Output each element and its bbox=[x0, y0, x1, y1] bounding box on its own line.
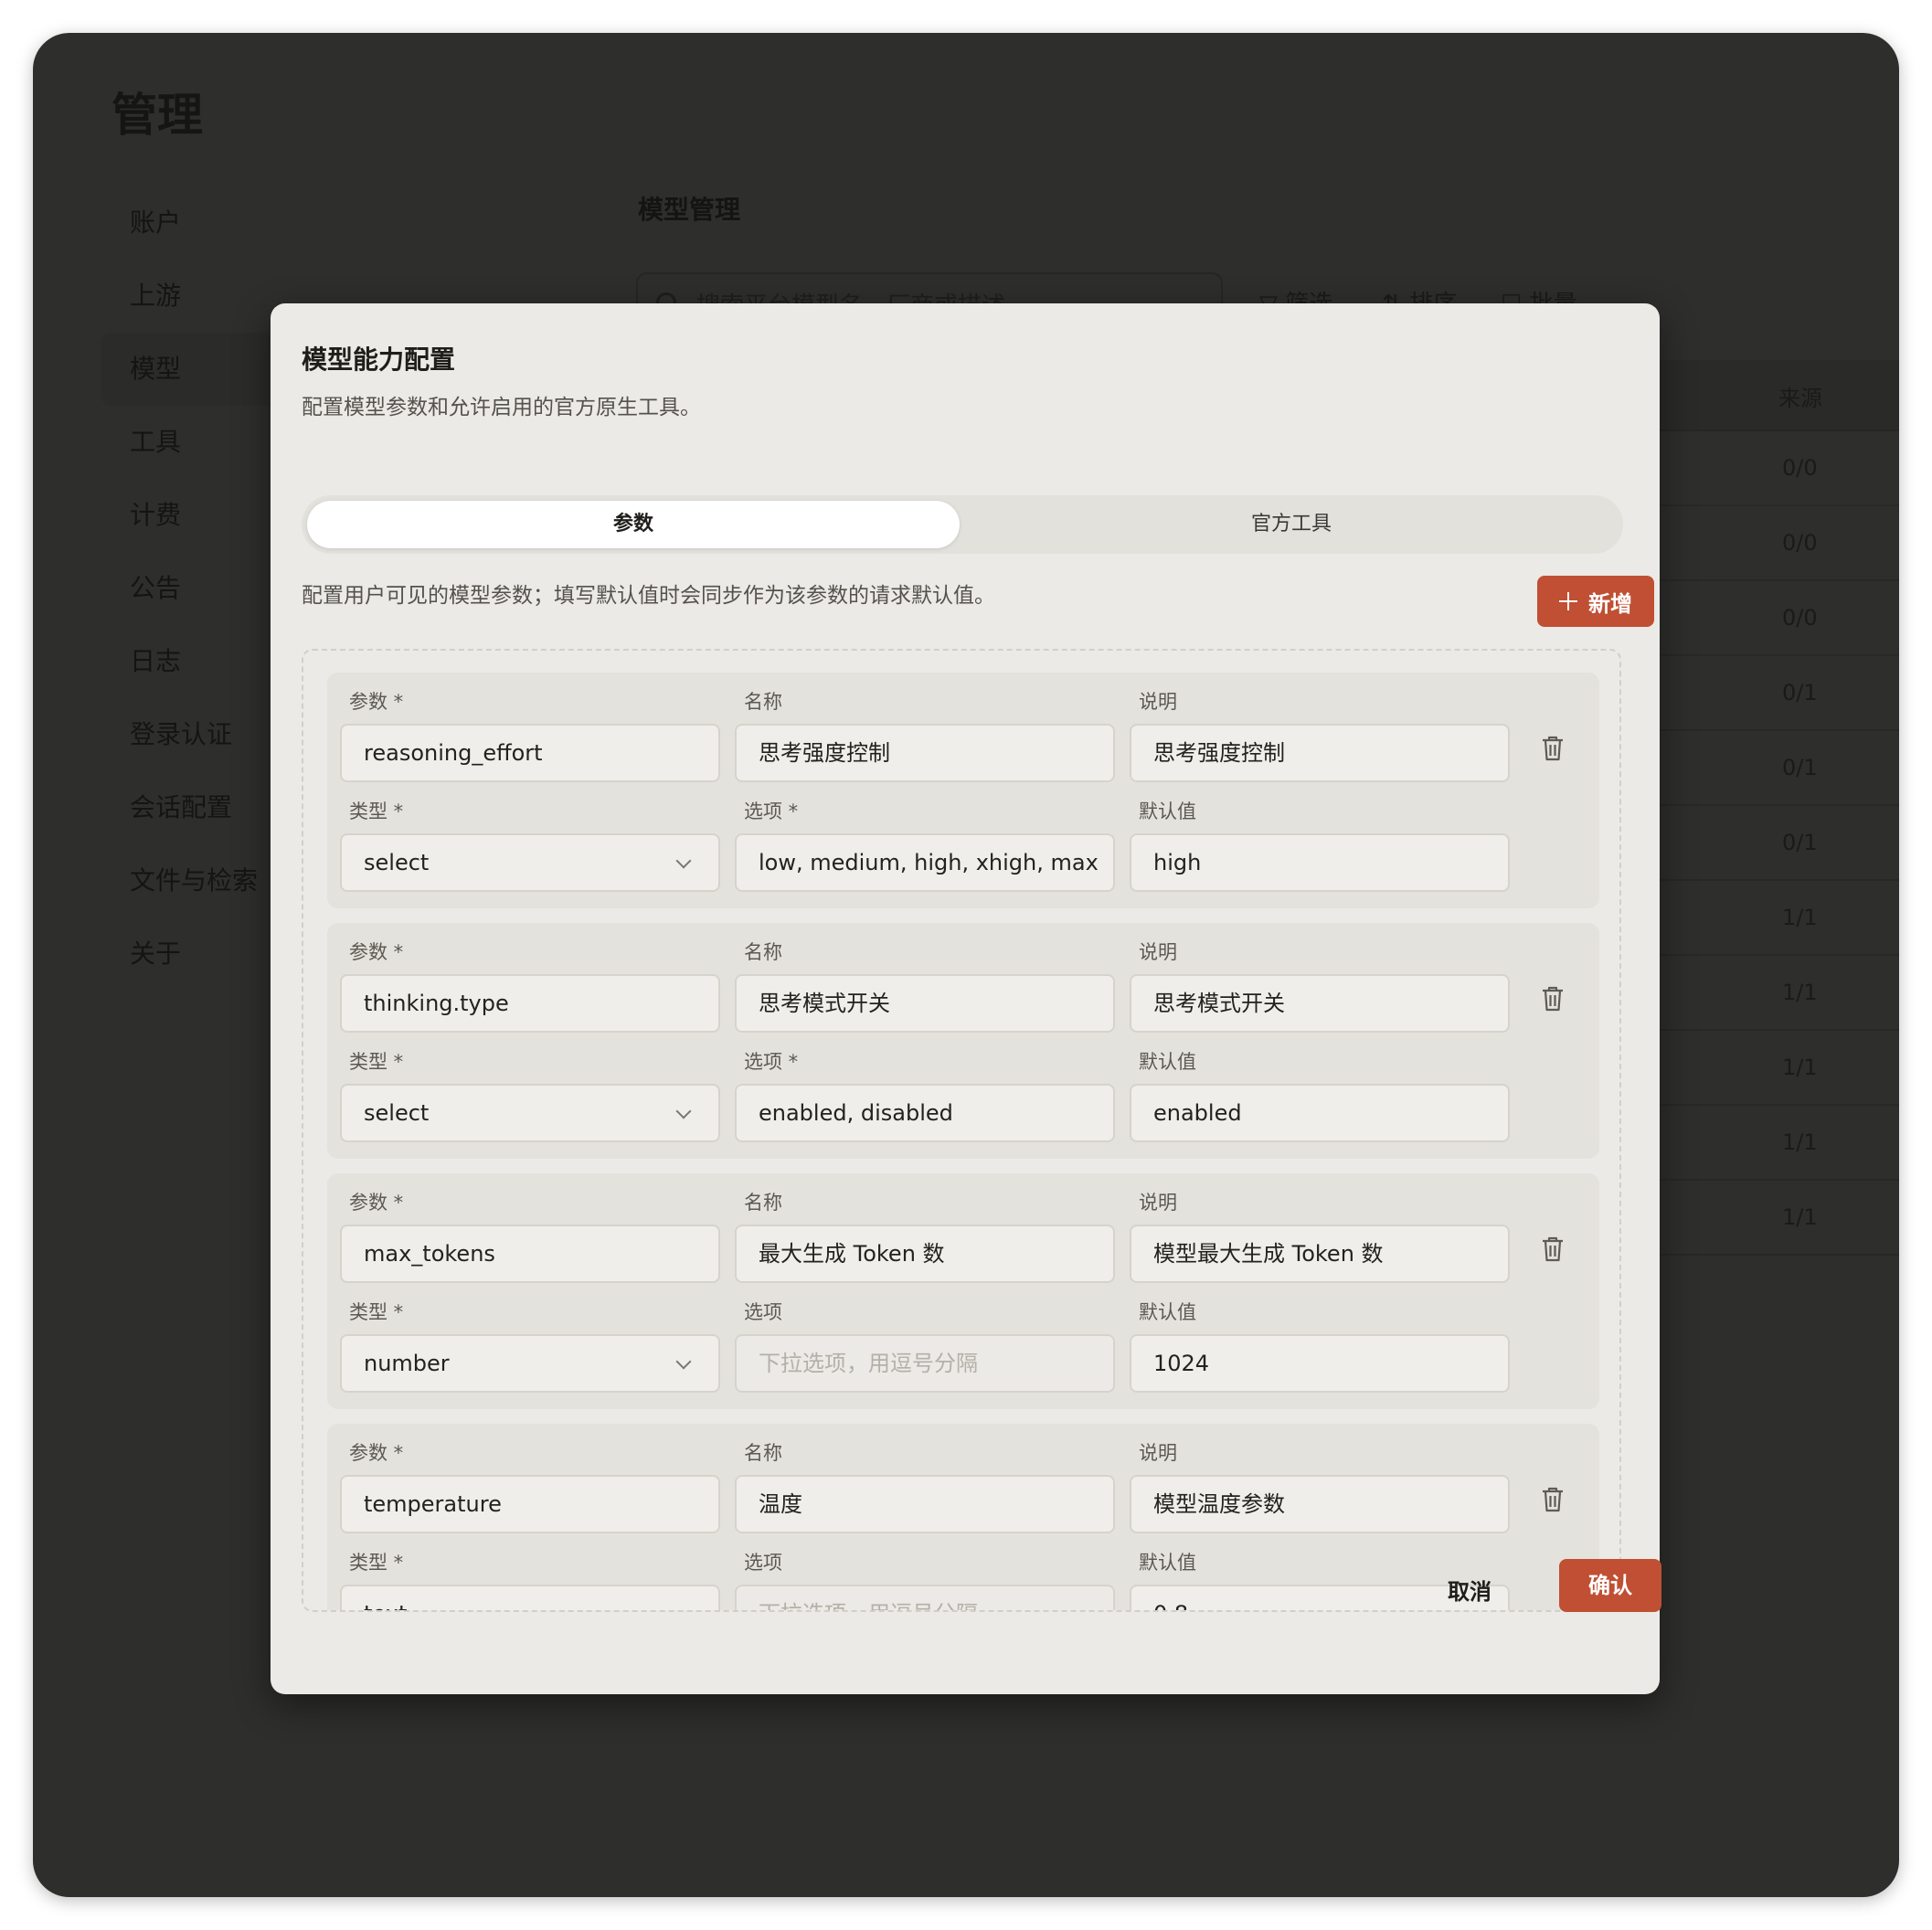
source-value: 1/1 bbox=[1782, 905, 1818, 930]
add-button-label: 新增 bbox=[1588, 590, 1632, 617]
param-options-label: 选项 bbox=[744, 1301, 782, 1323]
param-type-label: 类型 * bbox=[349, 1552, 404, 1574]
param-desc-label: 说明 bbox=[1139, 1192, 1177, 1214]
param-default-input[interactable]: enabled bbox=[1130, 1084, 1510, 1142]
chevron-down-icon bbox=[675, 1103, 692, 1119]
tab-official-tools[interactable]: 官方工具 bbox=[965, 501, 1618, 548]
source-value: 0/1 bbox=[1782, 755, 1818, 780]
param-key-input[interactable]: thinking.type bbox=[340, 974, 720, 1033]
trash-icon[interactable] bbox=[1541, 1235, 1565, 1263]
source-value: 1/1 bbox=[1782, 1129, 1818, 1155]
param-name-label: 名称 bbox=[744, 1442, 782, 1464]
param-name-label: 名称 bbox=[744, 691, 782, 713]
param-desc-input[interactable]: 思考强度控制 bbox=[1130, 724, 1510, 782]
parameter-card: 参数 * 名称 说明 thinking.type 思考模式开关 思考模式开关 类… bbox=[327, 923, 1599, 1159]
trash-icon[interactable] bbox=[1541, 985, 1565, 1013]
trash-icon[interactable] bbox=[1541, 1486, 1565, 1513]
source-value: 0/0 bbox=[1782, 455, 1818, 481]
app-window: 管理 账户 上游 模型 工具 计费 公告 日志 登录认证 会话配置 文件与检索 … bbox=[33, 33, 1899, 1897]
param-name-input[interactable]: 思考模式开关 bbox=[735, 974, 1115, 1033]
source-value: 1/1 bbox=[1782, 980, 1818, 1005]
param-name-input[interactable]: 最大生成 Token 数 bbox=[735, 1225, 1115, 1283]
param-default-label: 默认值 bbox=[1139, 1301, 1196, 1323]
cancel-button[interactable]: 取消 bbox=[1448, 1574, 1491, 1606]
param-type-select[interactable]: text bbox=[340, 1585, 720, 1610]
source-value: 0/1 bbox=[1782, 680, 1818, 705]
parameter-list: 参数 * 名称 说明 reasoning_effort 思考强度控制 思考强度控… bbox=[327, 673, 1599, 1610]
source-value: 1/1 bbox=[1782, 1055, 1818, 1080]
capability-config-dialog: 模型能力配置 配置模型参数和允许启用的官方原生工具。 参数 官方工具 配置用户可… bbox=[271, 303, 1661, 1694]
parameter-list-area[interactable]: 参数 * 名称 说明 reasoning_effort 思考强度控制 思考强度控… bbox=[302, 649, 1621, 1612]
column-header-source: 来源 bbox=[1778, 386, 1822, 411]
sidebar-item-account[interactable]: 账户 bbox=[101, 186, 484, 260]
param-type-value: text bbox=[364, 1601, 407, 1610]
parameter-card: 参数 * 名称 说明 temperature 温度 模型温度参数 类型 * 选项… bbox=[327, 1424, 1599, 1610]
param-desc-label: 说明 bbox=[1139, 691, 1177, 713]
param-desc-label: 说明 bbox=[1139, 941, 1177, 963]
chevron-down-icon bbox=[675, 1604, 692, 1610]
param-options-input[interactable]: enabled, disabled bbox=[735, 1084, 1115, 1142]
param-type-select[interactable]: select bbox=[340, 1084, 720, 1142]
param-type-value: number bbox=[364, 1351, 450, 1376]
chevron-down-icon bbox=[675, 853, 692, 869]
source-value: 0/0 bbox=[1782, 530, 1818, 556]
param-desc-input[interactable]: 思考模式开关 bbox=[1130, 974, 1510, 1033]
param-desc-input[interactable]: 模型温度参数 bbox=[1130, 1475, 1510, 1533]
chevron-down-icon bbox=[675, 1353, 692, 1370]
param-type-label: 类型 * bbox=[349, 1051, 404, 1073]
tab-parameters[interactable]: 参数 bbox=[307, 501, 960, 548]
page-title: 模型管理 bbox=[638, 195, 741, 225]
parameter-card: 参数 * 名称 说明 reasoning_effort 思考强度控制 思考强度控… bbox=[327, 673, 1599, 908]
tab-bar: 参数 官方工具 bbox=[302, 495, 1623, 554]
param-name-label: 名称 bbox=[744, 1192, 782, 1214]
add-parameter-button[interactable]: 新增 bbox=[1537, 576, 1654, 627]
dialog-subtitle: 配置模型参数和允许启用的官方原生工具。 bbox=[302, 396, 701, 419]
param-type-label: 类型 * bbox=[349, 801, 404, 822]
plus-icon bbox=[1559, 592, 1577, 610]
param-key-input[interactable]: max_tokens bbox=[340, 1225, 720, 1283]
param-default-input[interactable]: 1024 bbox=[1130, 1334, 1510, 1393]
parameters-hint: 配置用户可见的模型参数；填写默认值时会同步作为该参数的请求默认值。 bbox=[302, 584, 995, 608]
param-options-input[interactable]: 下拉选项，用逗号分隔 bbox=[735, 1334, 1115, 1393]
param-key-label: 参数 * bbox=[349, 1192, 404, 1214]
param-type-value: select bbox=[364, 1100, 430, 1126]
param-default-input[interactable]: high bbox=[1130, 833, 1510, 892]
param-default-label: 默认值 bbox=[1139, 1051, 1196, 1073]
param-options-label: 选项 * bbox=[744, 801, 799, 822]
param-key-input[interactable]: reasoning_effort bbox=[340, 724, 720, 782]
param-options-label: 选项 * bbox=[744, 1051, 799, 1073]
param-options-label: 选项 bbox=[744, 1552, 782, 1574]
param-name-input[interactable]: 思考强度控制 bbox=[735, 724, 1115, 782]
confirm-button[interactable]: 确认 bbox=[1559, 1559, 1661, 1612]
dialog-title: 模型能力配置 bbox=[302, 345, 456, 375]
param-type-select[interactable]: select bbox=[340, 833, 720, 892]
source-value: 0/0 bbox=[1782, 605, 1818, 631]
param-desc-label: 说明 bbox=[1139, 1442, 1177, 1464]
param-options-input[interactable]: low, medium, high, xhigh, max bbox=[735, 833, 1115, 892]
param-default-label: 默认值 bbox=[1139, 801, 1196, 822]
param-type-value: select bbox=[364, 850, 430, 875]
param-key-label: 参数 * bbox=[349, 691, 404, 713]
param-type-select[interactable]: number bbox=[340, 1334, 720, 1393]
param-name-input[interactable]: 温度 bbox=[735, 1475, 1115, 1533]
param-default-label: 默认值 bbox=[1139, 1552, 1196, 1574]
param-key-label: 参数 * bbox=[349, 941, 404, 963]
param-key-label: 参数 * bbox=[349, 1442, 404, 1464]
source-value: 0/1 bbox=[1782, 830, 1818, 855]
param-desc-input[interactable]: 模型最大生成 Token 数 bbox=[1130, 1225, 1510, 1283]
param-options-input[interactable]: 下拉选项，用逗号分隔 bbox=[735, 1585, 1115, 1610]
param-name-label: 名称 bbox=[744, 941, 782, 963]
app-title: 管理 bbox=[111, 89, 203, 142]
param-type-label: 类型 * bbox=[349, 1301, 404, 1323]
trash-icon[interactable] bbox=[1541, 735, 1565, 762]
param-key-input[interactable]: temperature bbox=[340, 1475, 720, 1533]
parameter-card: 参数 * 名称 说明 max_tokens 最大生成 Token 数 模型最大生… bbox=[327, 1173, 1599, 1409]
source-value: 1/1 bbox=[1782, 1204, 1818, 1230]
